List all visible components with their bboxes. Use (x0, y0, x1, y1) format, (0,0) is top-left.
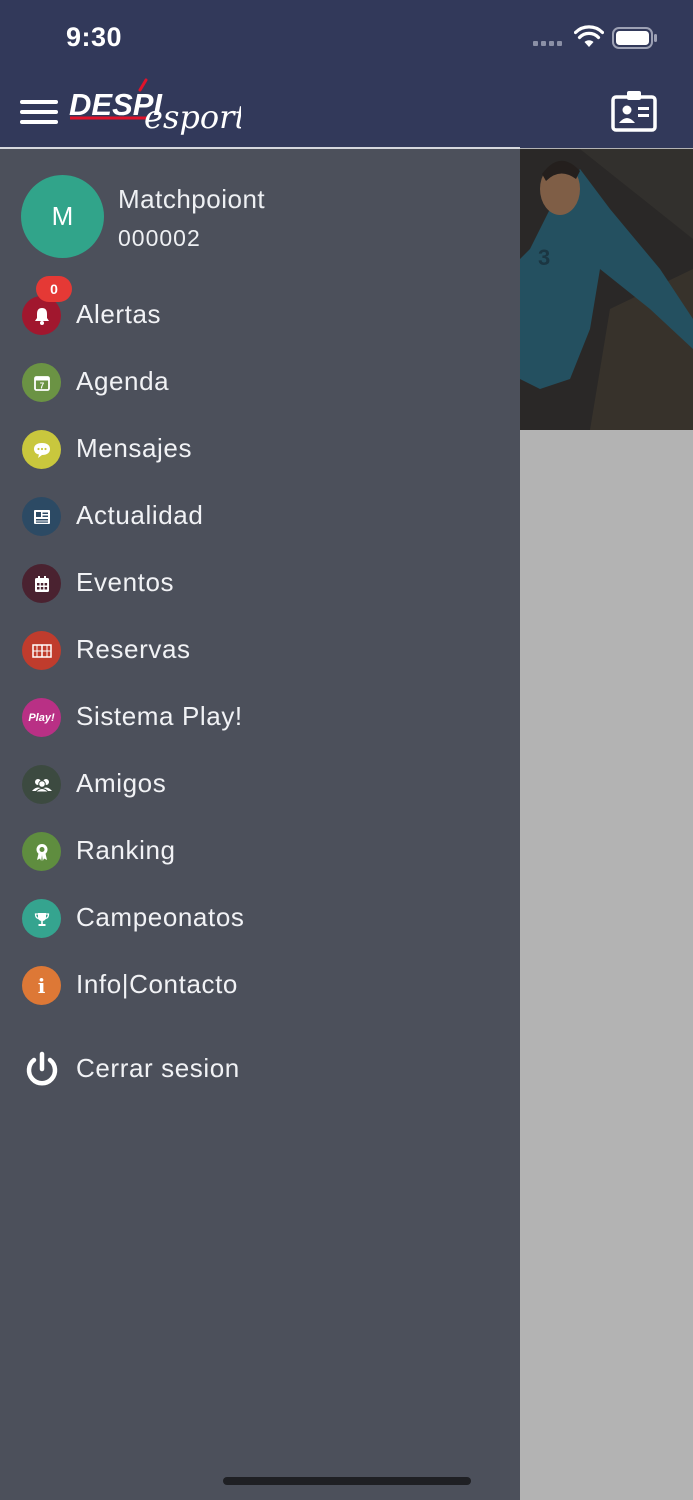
menu-item-label: Sistema Play! (76, 701, 243, 731)
events-calendar-icon (22, 564, 61, 603)
despi-esport-logo: DESPI esport (69, 78, 241, 136)
newspaper-icon (22, 497, 61, 536)
menu-item-label: Info|Contacto (76, 969, 238, 999)
background-player-photo: 3 (520, 149, 693, 430)
info-icon: i (22, 966, 61, 1005)
menu-item-campeonatos[interactable]: Campeonatos (0, 885, 520, 952)
menu-item-amigos[interactable]: Amigos (0, 751, 520, 818)
menu-item-label: Alertas (76, 299, 162, 329)
menu-item-label: Eventos (76, 567, 175, 597)
logout-button[interactable]: Cerrar sesion (0, 1036, 520, 1103)
menu-item-label: Agenda (76, 366, 170, 396)
menu-item-alertas[interactable]: 0 Alertas (0, 276, 520, 349)
wifi-icon (574, 25, 604, 47)
menu-item-label: Mensajes (76, 433, 193, 463)
avatar[interactable]: M (21, 175, 104, 258)
menu-item-info-contacto[interactable]: i Info|Contacto (0, 952, 520, 1019)
menu-item-mensajes[interactable]: Mensajes (0, 416, 520, 483)
menu-item-sistema-play[interactable]: Play! Sistema Play! (0, 684, 520, 751)
play-icon-text: Play! (28, 711, 55, 724)
alerts-count-badge: 0 (36, 276, 72, 302)
status-time: 9:30 (66, 22, 123, 52)
menu-item-label: Amigos (76, 768, 167, 798)
ranking-medal-icon (22, 832, 61, 871)
menu-item-reservas[interactable]: Reservas (0, 617, 520, 684)
menu-item-actualidad[interactable]: Actualidad (0, 483, 520, 550)
home-indicator[interactable] (223, 1477, 471, 1485)
friends-icon (22, 765, 61, 804)
profile-name: Matchpoiont (118, 184, 266, 214)
power-icon (22, 1050, 61, 1089)
menu-item-agenda[interactable]: 7 Agenda (0, 349, 520, 416)
trophy-icon (22, 899, 61, 938)
battery-icon (612, 27, 657, 49)
court-icon (22, 631, 61, 670)
menu-item-ranking[interactable]: Ranking (0, 818, 520, 885)
menu-item-eventos[interactable]: Eventos (0, 550, 520, 617)
chat-bubble-icon (22, 430, 61, 469)
profile-member-id: 000002 (118, 225, 201, 251)
info-icon-text: i (37, 973, 46, 998)
menu-item-label: Campeonatos (76, 902, 245, 932)
logo-esport-text: esport (144, 98, 241, 136)
status-bar: 9:30 (0, 0, 693, 78)
hamburger-menu-button[interactable] (18, 94, 62, 134)
svg-text:7: 7 (39, 381, 44, 390)
cellular-signal-icon (533, 41, 562, 46)
play-icon: Play! (22, 698, 61, 737)
menu-item-label: Reservas (76, 634, 191, 664)
menu-item-label: Actualidad (76, 500, 204, 530)
member-card-button[interactable] (610, 90, 658, 134)
logout-label: Cerrar sesion (76, 1053, 240, 1083)
calendar-icon: 7 (22, 363, 61, 402)
menu-item-label: Ranking (76, 835, 176, 865)
